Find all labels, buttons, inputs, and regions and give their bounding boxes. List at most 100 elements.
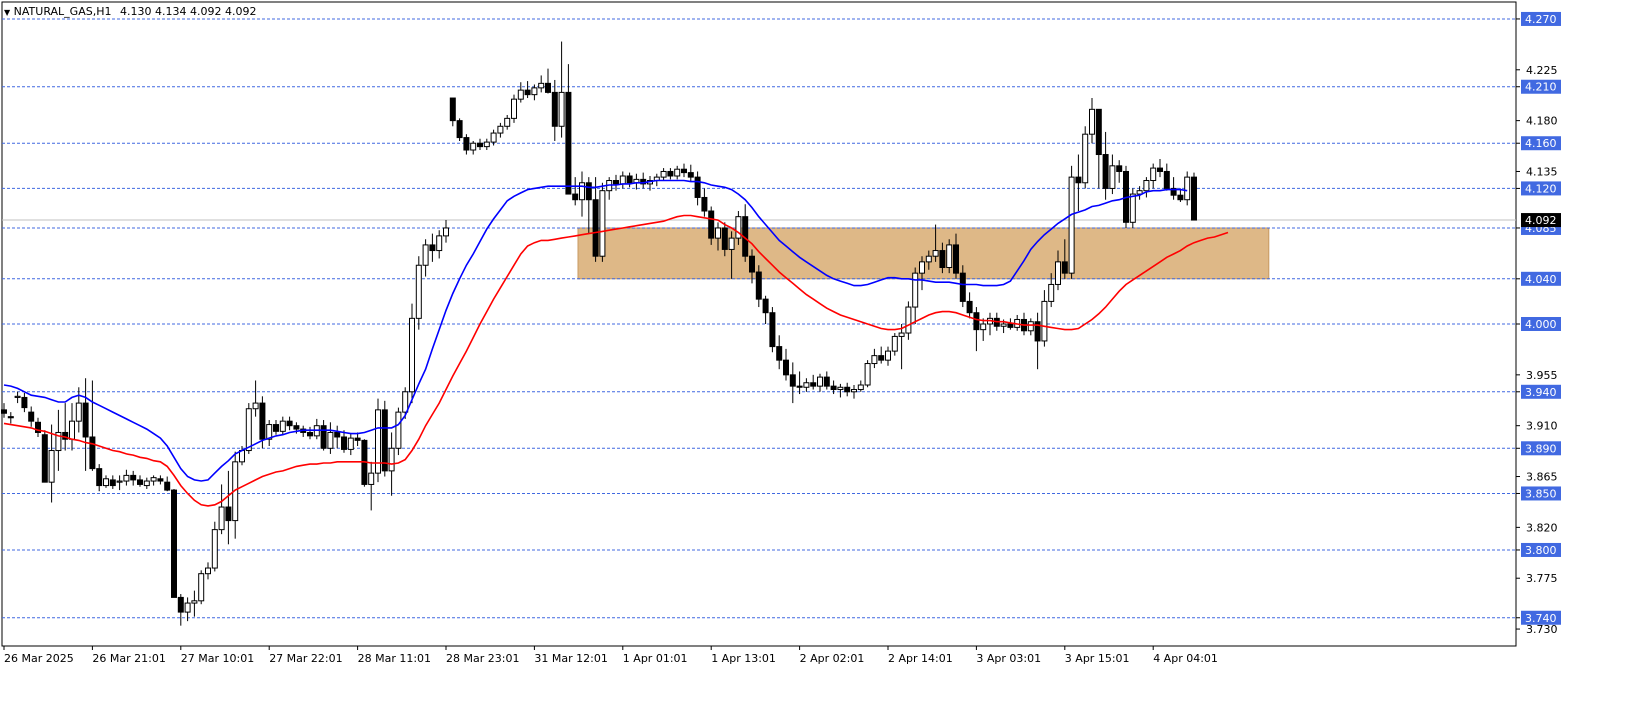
candle-body <box>75 402 82 422</box>
ohlc-readout: 4.130 4.134 4.092 4.092 <box>119 5 257 18</box>
candle-body <box>157 478 164 482</box>
candle-body <box>245 408 252 452</box>
candle-body <box>1027 321 1034 332</box>
candle-body <box>626 175 633 184</box>
candle-body <box>69 420 75 440</box>
candle-body <box>1095 108 1102 156</box>
candle-body <box>830 385 837 391</box>
candle-body <box>198 573 205 602</box>
candle-body <box>755 271 762 300</box>
candle-body <box>545 82 551 93</box>
candle-body <box>286 420 293 427</box>
candle-body <box>103 478 109 487</box>
x-tick-label: 27 Mar 10:01 <box>181 652 254 665</box>
candle-body <box>1 409 7 414</box>
candle-body <box>973 312 980 331</box>
candle-body <box>504 117 511 127</box>
candle-body <box>184 602 191 613</box>
candle-body <box>164 481 171 491</box>
candle-body <box>1068 176 1075 274</box>
x-tick-label: 4 Apr 04:01 <box>1153 652 1218 665</box>
candle-body <box>585 182 592 201</box>
candle-body <box>1007 323 1014 328</box>
candle-body <box>919 261 925 274</box>
candle-body <box>177 596 184 613</box>
candle-body <box>912 272 919 308</box>
candle-body <box>817 376 823 387</box>
candle-body <box>1041 300 1048 342</box>
candle-body <box>1075 176 1082 184</box>
candle-body <box>708 210 715 239</box>
candle-body <box>422 244 429 266</box>
candle-body <box>959 272 966 302</box>
candle-body <box>565 91 572 195</box>
dropdown-triangle-icon[interactable]: ▼ <box>4 8 10 17</box>
chart[interactable]: ▼ NATURAL_GAS,H1 4.130 4.134 4.092 4.092… <box>0 0 1651 708</box>
candle-body <box>966 300 973 314</box>
candle-body <box>463 137 470 151</box>
candle-body <box>1116 165 1123 172</box>
y-tick-label: 3.820 <box>1526 521 1558 534</box>
candle-body <box>721 227 728 250</box>
candle-body <box>749 255 755 273</box>
candle-body <box>953 244 959 274</box>
chart-svg: 4.225 4.180 4.135 3.955 3.910 3.865 3.820 3.775… <box>1 1 1561 665</box>
candle-body <box>810 382 817 387</box>
candle-body <box>89 436 96 470</box>
candle-body <box>1163 170 1170 189</box>
x-tick-label: 28 Mar 11:01 <box>358 652 431 665</box>
candle-body <box>171 489 177 598</box>
y-tick-label: 4.225 <box>1526 64 1558 77</box>
candle-body <box>347 437 354 450</box>
candle-body <box>402 391 409 413</box>
candle-body <box>511 98 517 119</box>
candle-body <box>776 346 783 361</box>
candle-body <box>225 506 232 522</box>
candle-body <box>1089 108 1095 135</box>
candle-body <box>456 120 463 139</box>
candle-body <box>1184 176 1191 201</box>
candle-body <box>789 374 796 387</box>
x-tick-label: 1 Apr 13:01 <box>711 652 776 665</box>
candle-body <box>851 389 857 393</box>
candle-body <box>354 437 361 441</box>
candle-body <box>259 402 266 440</box>
candle-body <box>449 97 456 122</box>
level-label: 4.270 <box>1525 13 1557 26</box>
candle-body <box>551 91 558 127</box>
candle-body <box>388 447 395 472</box>
x-tick-label: 27 Mar 22:01 <box>269 652 342 665</box>
candle-body <box>218 506 225 531</box>
level-label: 3.850 <box>1525 487 1557 500</box>
candle-body <box>878 355 885 361</box>
candle-body <box>1109 165 1116 189</box>
candle-body <box>857 384 864 391</box>
candle-body <box>82 402 89 438</box>
candle-body <box>932 250 939 257</box>
candle-body <box>1129 193 1136 223</box>
level-label: 3.890 <box>1525 442 1557 455</box>
candle-body <box>844 386 851 393</box>
candle-body <box>715 227 721 239</box>
candle-body <box>211 529 218 569</box>
y-tick-label: 4.180 <box>1526 115 1558 128</box>
level-label: 4.040 <box>1525 273 1557 286</box>
candle-body <box>307 431 313 437</box>
symbol-timeframe: NATURAL_GAS,H1 <box>13 5 112 18</box>
level-label: 4.210 <box>1525 81 1557 94</box>
candle-body <box>864 363 871 386</box>
candle-body <box>1000 323 1007 327</box>
y-tick-label: 4.135 <box>1526 165 1558 178</box>
candle-body <box>980 323 987 331</box>
candle-body <box>96 468 103 487</box>
candle-body <box>674 168 681 177</box>
candle-body <box>415 264 422 319</box>
candle-body <box>796 385 803 388</box>
candle-body <box>470 142 477 151</box>
level-label: 4.120 <box>1525 182 1557 195</box>
candle-body <box>191 600 198 604</box>
x-tick-label: 2 Apr 14:01 <box>888 652 953 665</box>
y-tick-label: 3.955 <box>1526 369 1558 382</box>
candle-body <box>1102 154 1109 189</box>
candle-body <box>1157 167 1163 172</box>
